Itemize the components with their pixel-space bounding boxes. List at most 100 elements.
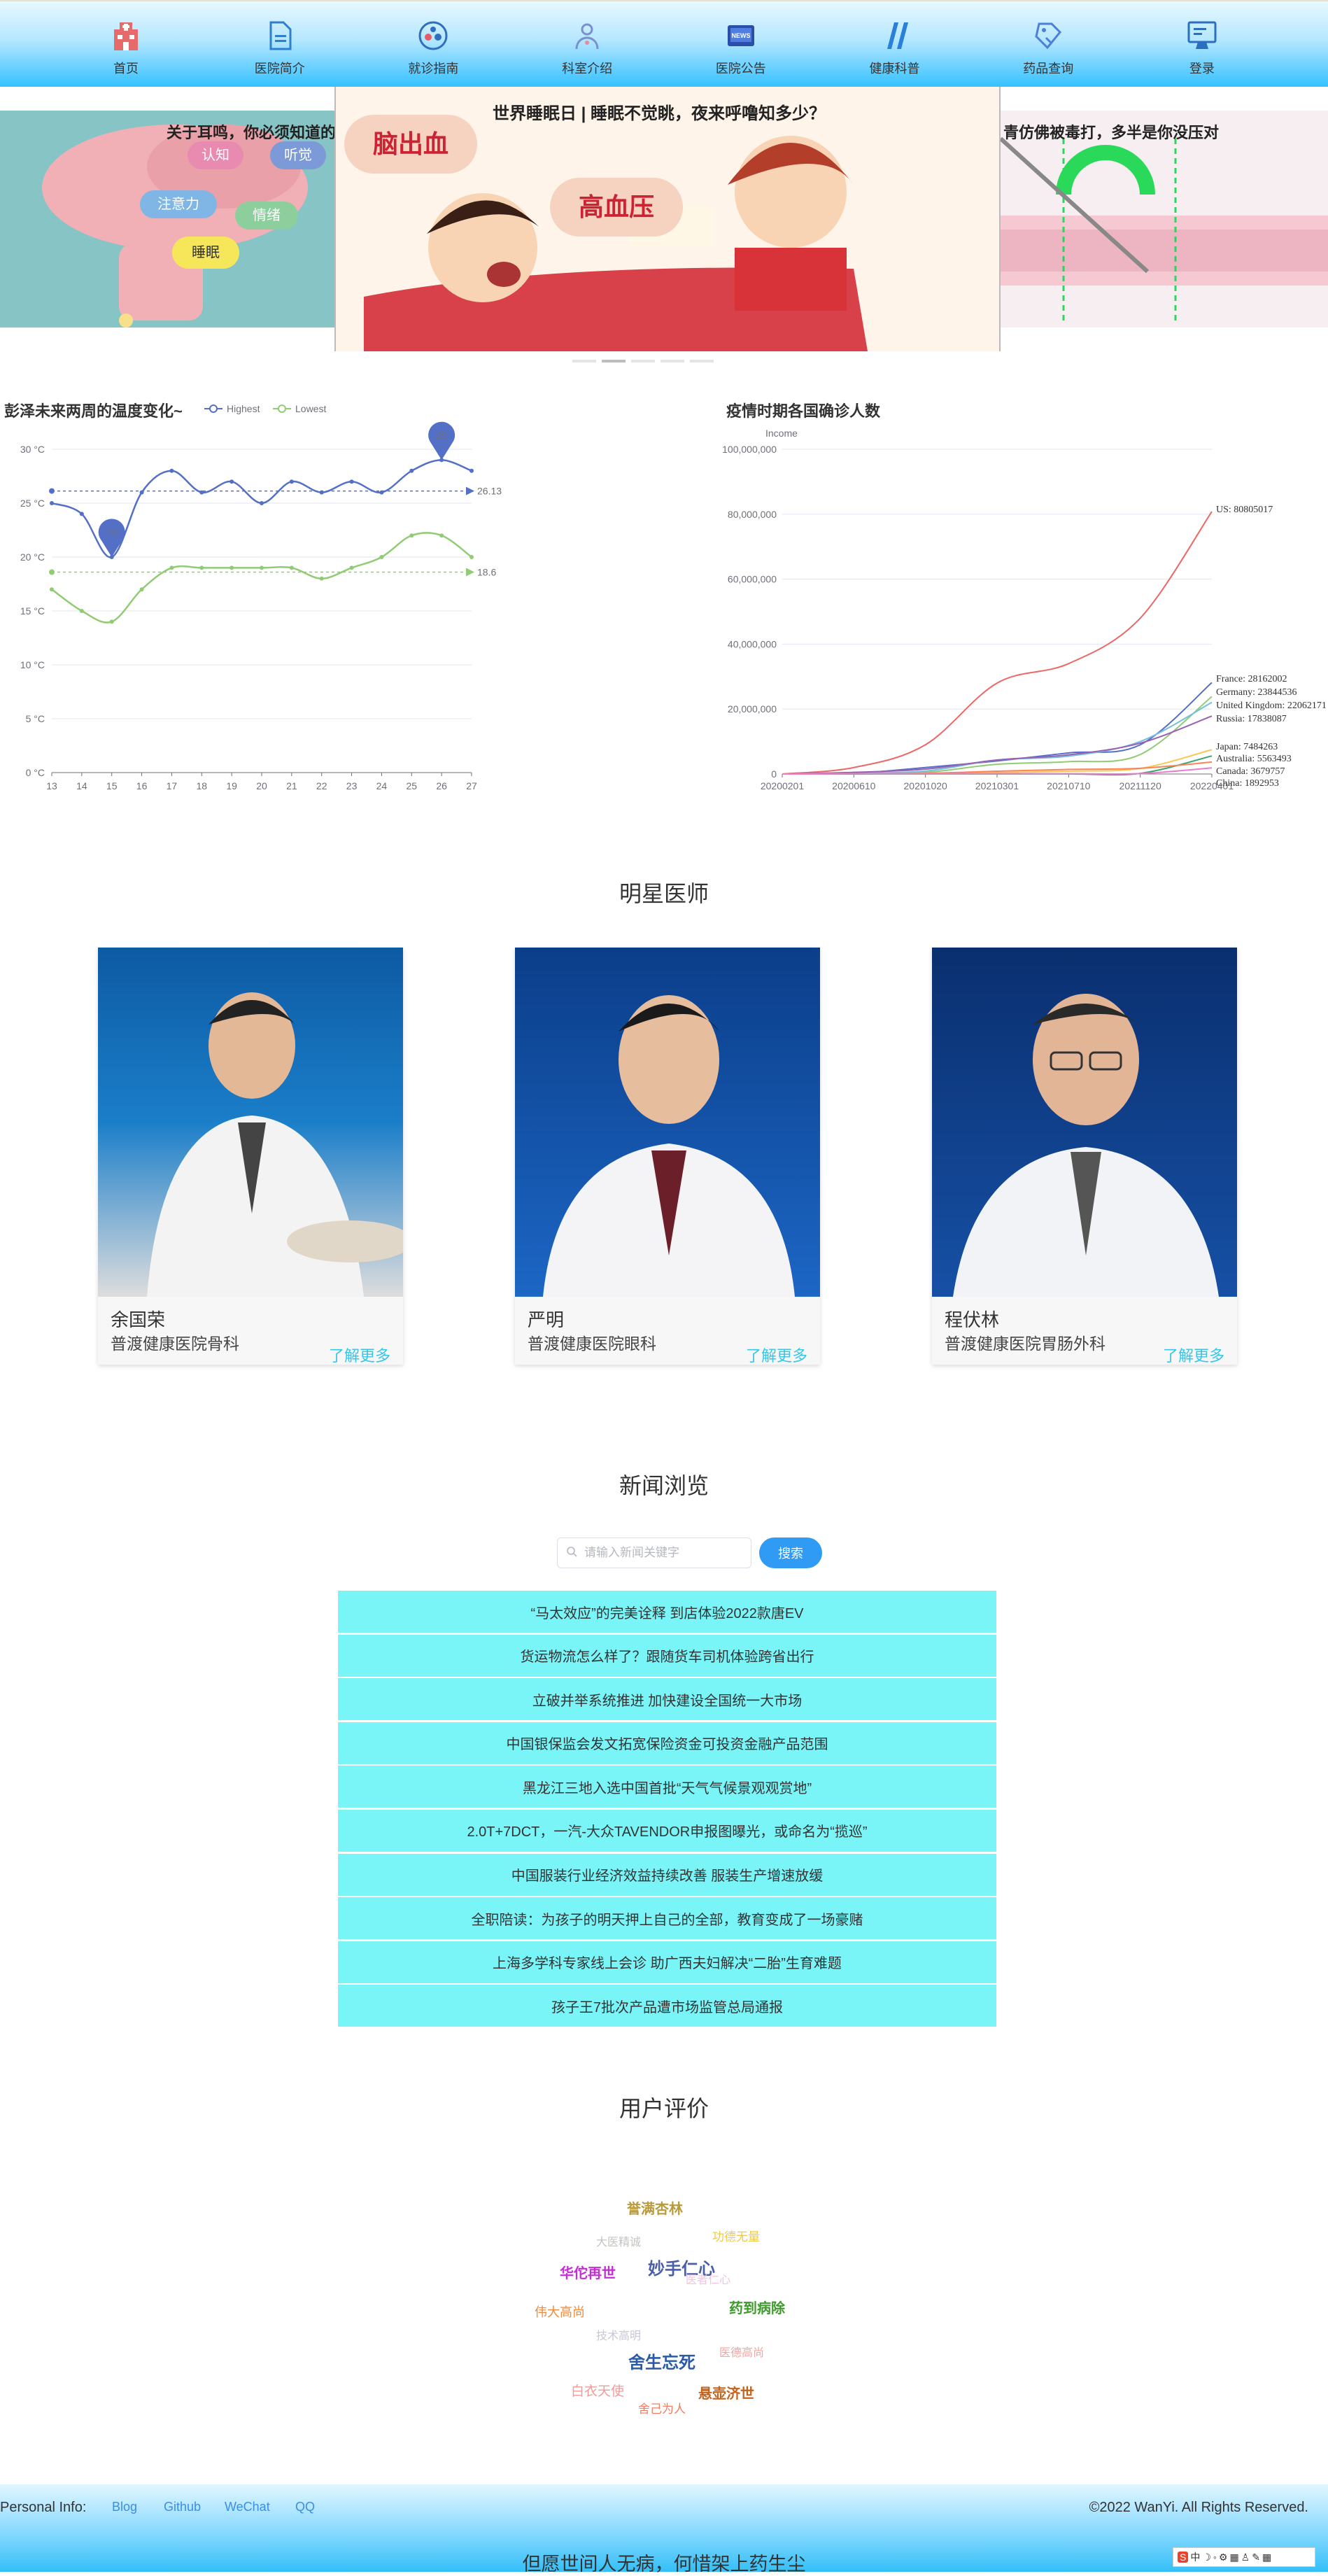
review-word: 功德无量: [712, 2230, 760, 2244]
chinese-mode-icon[interactable]: 中: [1190, 2550, 1200, 2564]
carousel-dot-active[interactable]: [602, 360, 626, 363]
x-tick-label: 27: [466, 780, 477, 791]
doctor-photo: [932, 948, 1237, 1297]
keyboard-icon[interactable]: ▦: [1229, 2552, 1238, 2563]
carousel-dot[interactable]: [661, 360, 684, 363]
footer-link-github[interactable]: Github: [164, 2500, 201, 2514]
news-item[interactable]: 孩子王7批次产品遭市场监管总局通报: [338, 1985, 996, 2027]
series-end-label: Australia: 5563493: [1216, 754, 1292, 764]
doctor-card[interactable]: 余国荣 普渡健康医院骨科 了解更多: [98, 948, 403, 1365]
nav-label: 就诊指南: [408, 62, 459, 76]
news-item[interactable]: 全职陪读：为孩子的明天押上自己的全部，教育变成了一场豪赌: [338, 1897, 996, 1940]
banner-carousel[interactable]: 认知 听觉 注意力 情绪 睡眠 关于耳鸣，你必须知道的几 脑出血 高血压 世界睡…: [0, 87, 1328, 367]
footer: Personal Info: Blog Github WeChat QQ ©20…: [0, 2484, 1328, 2575]
doctor-department: 普渡健康医院眼科: [528, 1335, 656, 1353]
data-point: [289, 479, 294, 484]
extreme-pin-label: 29: [436, 430, 447, 441]
mark-line-value: 18.6: [477, 567, 496, 578]
review-word: 医者仁心: [686, 2274, 731, 2286]
news-item[interactable]: 黑龙江三地入选中国首批“天气气候景观观赏地”: [338, 1766, 996, 1808]
doctor-card[interactable]: 程伏林 普渡健康医院胃肠外科 了解更多: [932, 948, 1237, 1365]
series-line: [782, 696, 1213, 775]
slide-title: 关于耳鸣，你必须知道的几: [167, 124, 334, 141]
footer-link-wechat[interactable]: WeChat: [225, 2500, 270, 2514]
moon-icon[interactable]: ☽: [1202, 2552, 1211, 2563]
news-item[interactable]: 2.0T+7DCT，一汽-大众TAVENDOR申报图曝光，或命名为“揽巡”: [338, 1809, 996, 1852]
data-point: [409, 468, 414, 473]
learn-more-link[interactable]: 了解更多: [746, 1344, 807, 1366]
nav-item-department[interactable]: 科室介绍: [524, 1, 650, 87]
mark-line-arrow: [466, 486, 474, 495]
punctuation-icon[interactable]: ◦: [1213, 2552, 1217, 2563]
slide-title: 世界睡眠日 | 睡眠不觉眺，夜来呼噜知多少？: [493, 104, 826, 123]
doctor-photo: [515, 948, 820, 1297]
y-tick-label: 100,000,000: [722, 444, 777, 455]
grid-icon[interactable]: ▦: [1262, 2552, 1271, 2563]
search-button[interactable]: 搜索: [759, 1537, 822, 1568]
y-tick-label: 0 °C: [26, 767, 45, 778]
covid-chart[interactable]: Income 0 20,000,000 40,000,000 60,000,000 80,…: [700, 420, 1328, 798]
x-tick-label: 14: [76, 780, 87, 791]
nav-item-home[interactable]: 首页: [63, 1, 189, 87]
nav-item-science[interactable]: 健康科普: [832, 1, 958, 87]
data-point: [319, 576, 324, 581]
medicine-icon: [1029, 17, 1067, 55]
news-item[interactable]: 货运物流怎么样了？跟随货车司机体验跨省出行: [338, 1634, 996, 1677]
nav-item-about[interactable]: 医院简介: [217, 1, 343, 87]
news-search-box[interactable]: [557, 1537, 751, 1568]
user-icon[interactable]: ♙: [1241, 2552, 1250, 2563]
footer-copyright: ©2022 WanYi. All Rights Reserved.: [1089, 2500, 1308, 2515]
x-tick-label: 20200201: [761, 780, 805, 791]
footer-link-blog[interactable]: Blog: [112, 2500, 137, 2514]
news-section-title: 新闻浏览: [619, 1473, 709, 1498]
review-word: 华佗再世: [560, 2266, 616, 2281]
doctor-card[interactable]: 严明 普渡健康医院眼科 了解更多: [515, 948, 820, 1365]
x-tick-label: 25: [406, 780, 417, 791]
news-item[interactable]: “马太效应”的完美诠释 到店体验2022款唐EV: [338, 1591, 996, 1633]
mark-line-start: [49, 488, 55, 494]
nav-item-guide[interactable]: 就诊指南: [370, 1, 496, 87]
news-search-input[interactable]: [583, 1545, 733, 1561]
x-tick-label: 23: [346, 780, 358, 791]
temperature-chart[interactable]: Highest Lowest 0 °C 5 °C 10 °C 15 °C 20 °C 25 °…: [0, 392, 518, 805]
footer-link-qq[interactable]: QQ: [295, 2500, 315, 2514]
data-point: [139, 490, 144, 495]
pen-icon[interactable]: ✎: [1252, 2552, 1260, 2563]
x-tick-label: 21: [286, 780, 297, 791]
series-line: [782, 749, 1213, 775]
carousel-dot[interactable]: [690, 360, 714, 363]
bubble-attention: 注意力: [140, 190, 217, 218]
carousel-indicators: [572, 360, 714, 363]
doctors-section-title: 明星医师: [619, 881, 709, 906]
y-axis-name: Income: [765, 428, 798, 439]
nav-label: 登录: [1189, 62, 1215, 76]
settings-icon[interactable]: ⚙: [1219, 2552, 1228, 2563]
data-point: [199, 565, 204, 570]
sogou-icon[interactable]: S: [1178, 2552, 1189, 2563]
x-tick-label: 26: [436, 780, 447, 791]
carousel-slide-injection[interactable]: 青仿佛被毒打，多半是你没压对: [1001, 111, 1328, 328]
nav-item-notice[interactable]: NEWS 医院公告: [678, 1, 804, 87]
slide-title: 青仿佛被毒打，多半是你没压对: [1003, 124, 1220, 141]
learn-more-link[interactable]: 了解更多: [1163, 1344, 1224, 1366]
news-item[interactable]: 中国银保监会发文拓宽保险资金可投资金融产品范围: [338, 1722, 996, 1764]
carousel-slide-sleep[interactable]: 脑出血 高血压 世界睡眠日 | 睡眠不觉眺，夜来呼噜知多少？: [334, 87, 1001, 351]
nav-item-login[interactable]: 登录: [1139, 1, 1265, 87]
carousel-slide-tinnitus[interactable]: 认知 听觉 注意力 情绪 睡眠 关于耳鸣，你必须知道的几: [0, 111, 334, 328]
nav-item-medicine[interactable]: 药品查询: [985, 1, 1111, 87]
news-item[interactable]: 中国服装行业经济效益持续改善 服装生产增速放缓: [338, 1853, 996, 1896]
y-tick-label: 20,000,000: [728, 703, 777, 715]
x-tick-label: 22: [316, 780, 327, 791]
ime-toolbar[interactable]: S 中 ☽ ◦ ⚙ ▦ ♙ ✎ ▦: [1173, 2547, 1315, 2567]
review-word: 舍己为人: [638, 2402, 686, 2416]
series-end-label: Japan: 7484263: [1216, 742, 1278, 752]
data-point: [229, 565, 234, 570]
news-item[interactable]: 上海多学科专家线上会诊 助广西夫妇解决“二胎”生育难题: [338, 1941, 996, 1983]
y-tick-label: 5 °C: [26, 713, 45, 724]
carousel-dot[interactable]: [631, 360, 655, 363]
svg-text:NEWS: NEWS: [731, 32, 750, 39]
learn-more-link[interactable]: 了解更多: [329, 1344, 390, 1366]
x-tick-label: 13: [46, 780, 57, 791]
news-item[interactable]: 立破并举系统推进 加快建设全国统一大市场: [338, 1678, 996, 1721]
carousel-dot[interactable]: [572, 360, 596, 363]
